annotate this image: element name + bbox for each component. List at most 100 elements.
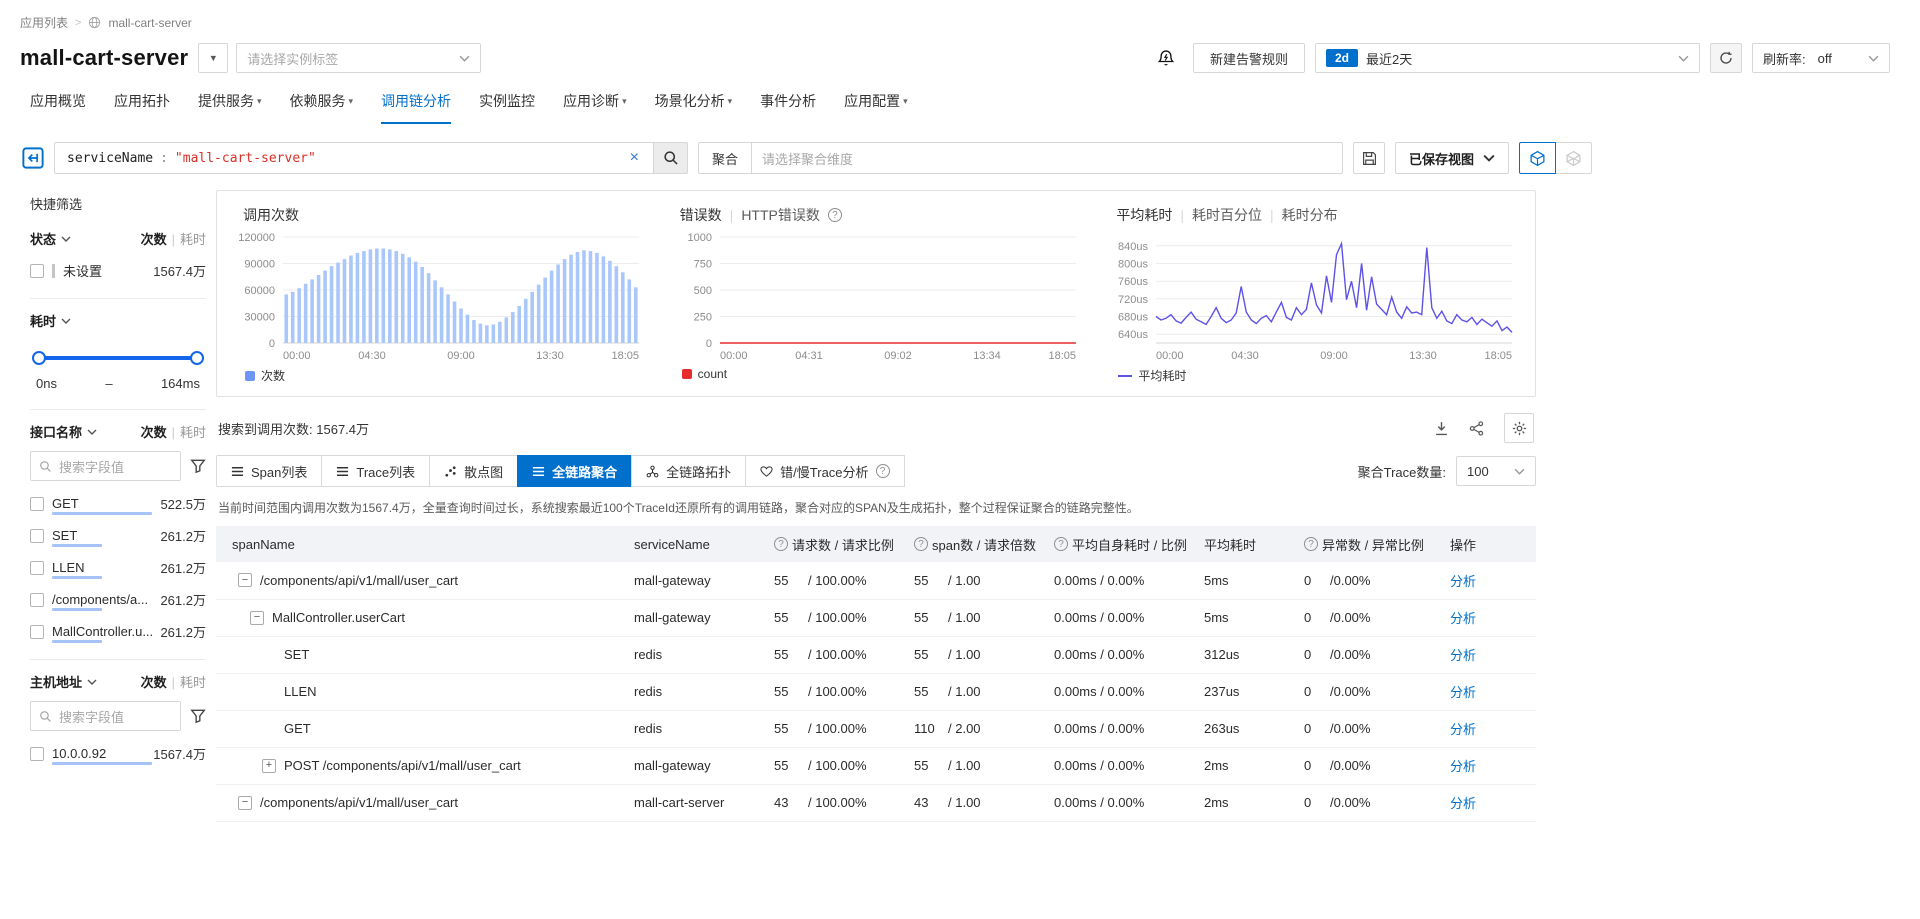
checkbox[interactable]: [30, 529, 44, 543]
app-switcher-button[interactable]: ▼: [198, 43, 228, 73]
tab-app-overview[interactable]: 应用概览: [30, 91, 86, 124]
tab-provided-services[interactable]: 提供服务▾: [198, 91, 262, 124]
host-search-input[interactable]: 搜索字段值: [30, 701, 181, 731]
chart-metric-option[interactable]: 错误数: [680, 205, 722, 225]
collapse-icon[interactable]: −: [238, 796, 252, 810]
help-icon[interactable]: ?: [914, 537, 928, 551]
result-tab-error-slow-trace-analysis[interactable]: 错/慢Trace分析?: [745, 455, 904, 487]
help-icon[interactable]: ?: [1304, 537, 1318, 551]
checkbox[interactable]: [30, 747, 44, 761]
table-row: −/components/api/v1/mall/user_cartmall-g…: [216, 562, 1536, 599]
slider-max-handle[interactable]: [190, 351, 204, 365]
refresh-rate-select[interactable]: 刷新率: off: [1752, 43, 1890, 73]
collapse-icon[interactable]: −: [250, 611, 264, 625]
aggregate-trace-count-select[interactable]: 100: [1456, 456, 1536, 486]
tab-event-analysis[interactable]: 事件分析: [760, 91, 816, 124]
analyze-link[interactable]: 分析: [1450, 685, 1476, 700]
interface-search-input[interactable]: 搜索字段值: [30, 451, 181, 481]
result-tab-full-trace-topology[interactable]: 全链路拓扑: [631, 455, 746, 487]
help-icon[interactable]: ?: [876, 464, 890, 478]
sort-by-duration[interactable]: 耗时: [180, 675, 206, 690]
search-button[interactable]: [654, 142, 688, 174]
legend-item[interactable]: count: [666, 367, 1087, 381]
legend-item[interactable]: 次数: [229, 367, 650, 384]
filter-item-label[interactable]: LLEN: [52, 560, 85, 575]
analyze-link[interactable]: 分析: [1450, 611, 1476, 626]
filter-item-label[interactable]: GET: [52, 496, 79, 511]
checkbox[interactable]: [30, 497, 44, 511]
sort-by-duration[interactable]: 耗时: [180, 232, 206, 247]
status-section-toggle[interactable]: 状态: [30, 229, 71, 248]
time-range-select[interactable]: 2d 最近2天: [1315, 43, 1700, 73]
tab-scenario-analysis[interactable]: 场景化分析▾: [655, 91, 733, 124]
sort-by-count[interactable]: 次数: [141, 675, 167, 690]
tab-app-diagnosis[interactable]: 应用诊断▾: [563, 91, 627, 124]
analyze-link[interactable]: 分析: [1450, 648, 1476, 663]
tab-dependent-services[interactable]: 依赖服务▾: [290, 91, 354, 124]
cube-view-button[interactable]: [1519, 142, 1556, 174]
help-icon[interactable]: ?: [828, 208, 842, 222]
sort-by-count[interactable]: 次数: [141, 425, 167, 440]
interface-section-toggle[interactable]: 接口名称: [30, 422, 97, 441]
filter-funnel-icon[interactable]: [190, 458, 206, 474]
sort-by-count[interactable]: 次数: [141, 232, 167, 247]
chart-metric-option[interactable]: 耗时百分位: [1192, 205, 1262, 225]
filter-item-label[interactable]: MallController.u...: [52, 624, 153, 639]
filter-item-label[interactable]: /components/a...: [52, 592, 148, 607]
query-input[interactable]: serviceName : "mall-cart-server" ×: [54, 142, 654, 174]
checkbox[interactable]: [30, 561, 44, 575]
result-tab-trace-list[interactable]: Trace列表: [321, 455, 430, 487]
tab-trace-analysis[interactable]: 调用链分析: [381, 91, 451, 124]
tab-app-topology[interactable]: 应用拓扑: [114, 91, 170, 124]
aggregate-dimension-select[interactable]: 请选择聚合维度: [751, 142, 1343, 174]
checkbox[interactable]: [30, 264, 44, 278]
chart-metric-option[interactable]: 耗时分布: [1282, 205, 1338, 225]
breadcrumb-app-list-link[interactable]: 应用列表: [20, 14, 68, 31]
analyze-link[interactable]: 分析: [1450, 796, 1476, 811]
filter-item-label[interactable]: 10.0.0.92: [52, 746, 106, 761]
filter-item-label[interactable]: SET: [52, 528, 77, 543]
tab-app-settings[interactable]: 应用配置▾: [844, 91, 908, 124]
tab-instance-monitoring[interactable]: 实例监控: [479, 91, 535, 124]
filter-funnel-icon[interactable]: [190, 708, 206, 724]
checkbox[interactable]: [30, 625, 44, 639]
view-toggle-group: [1519, 142, 1592, 174]
query-mode-toggle-icon[interactable]: [22, 147, 44, 169]
duration-section-toggle[interactable]: 耗时: [30, 311, 71, 330]
checkbox[interactable]: [30, 593, 44, 607]
alarm-bell-icon[interactable]: [1157, 49, 1175, 67]
expand-icon[interactable]: +: [262, 759, 276, 773]
save-view-button[interactable]: [1353, 142, 1385, 174]
download-icon[interactable]: [1434, 421, 1449, 436]
analyze-link[interactable]: 分析: [1450, 722, 1476, 737]
duration-slider-track[interactable]: [39, 356, 197, 360]
saved-views-button[interactable]: 已保存视图: [1395, 142, 1509, 174]
svg-text:00:00: 00:00: [283, 350, 311, 362]
result-tab-span-list[interactable]: Span列表: [216, 455, 322, 487]
host-section-toggle[interactable]: 主机地址: [30, 672, 97, 691]
share-icon[interactable]: [1469, 421, 1484, 436]
main-panel: 调用次数030000600009000012000000:0004:3009:0…: [216, 190, 1536, 822]
result-tab-scatter-plot[interactable]: 散点图: [429, 455, 518, 487]
filter-item-value: 261.2万: [160, 558, 206, 577]
result-tab-full-trace-aggregation[interactable]: 全链路聚合: [517, 455, 632, 487]
filter-item-label[interactable]: 未设置: [63, 261, 102, 280]
settings-gear-button[interactable]: [1504, 413, 1534, 443]
help-icon[interactable]: ?: [1054, 537, 1068, 551]
clear-query-icon[interactable]: ×: [624, 149, 645, 167]
instance-tag-select[interactable]: 请选择实例标签: [236, 43, 481, 73]
cube-alt-view-button[interactable]: [1555, 142, 1592, 174]
legend-item[interactable]: 平均耗时: [1102, 367, 1523, 384]
refresh-button[interactable]: [1710, 43, 1742, 73]
chart-metric-option[interactable]: 平均耗时: [1116, 205, 1172, 225]
caret-down-icon: ▾: [728, 96, 733, 107]
collapse-icon[interactable]: −: [238, 573, 252, 587]
new-alarm-rule-button[interactable]: 新建告警规则: [1193, 43, 1305, 73]
globe-icon: [88, 16, 101, 29]
analyze-link[interactable]: 分析: [1450, 759, 1476, 774]
sort-by-duration[interactable]: 耗时: [180, 425, 206, 440]
chart-metric-option[interactable]: HTTP错误数: [741, 205, 820, 225]
analyze-link[interactable]: 分析: [1450, 574, 1476, 589]
help-icon[interactable]: ?: [774, 537, 788, 551]
slider-min-handle[interactable]: [32, 351, 46, 365]
